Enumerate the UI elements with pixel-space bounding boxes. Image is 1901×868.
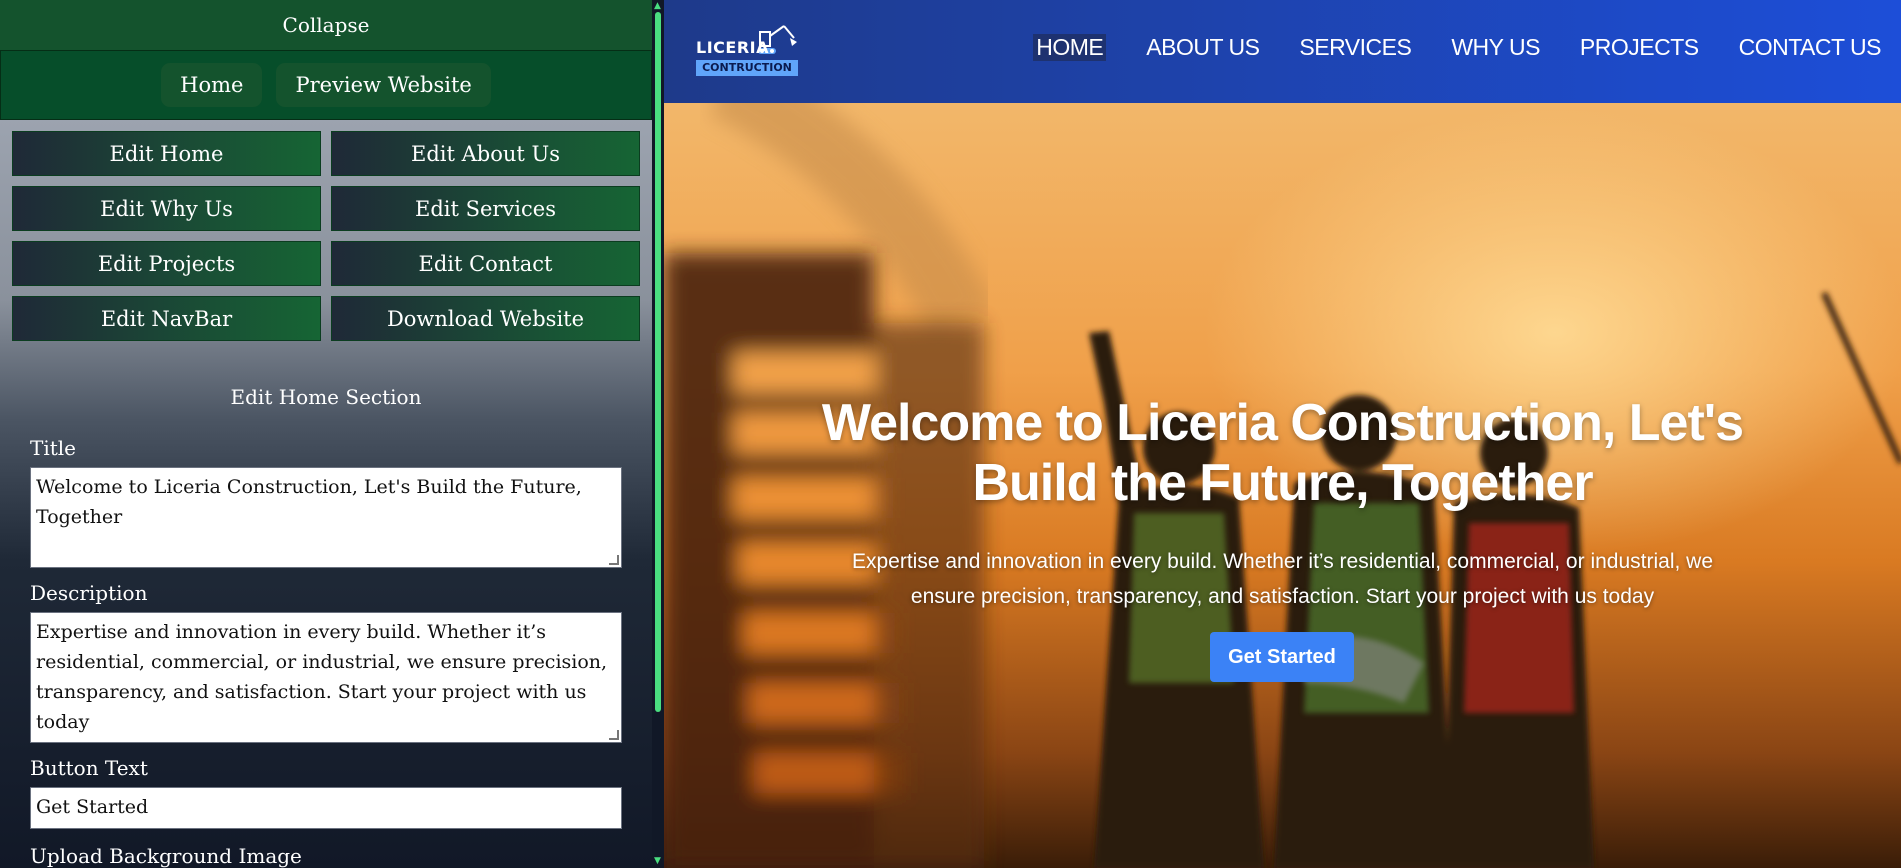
logo-subtitle: CONTRUCTION <box>696 60 798 76</box>
edit-home-button[interactable]: Edit Home <box>12 131 321 176</box>
title-label: Title <box>30 436 77 460</box>
resize-grip-icon[interactable] <box>609 555 619 565</box>
scroll-thumb[interactable] <box>655 12 661 712</box>
edit-services-button[interactable]: Edit Services <box>331 186 640 231</box>
nav-projects[interactable]: PROJECTS <box>1580 34 1699 61</box>
title-textarea-value: Welcome to Liceria Construction, Let's B… <box>36 476 582 528</box>
preview-website-button[interactable]: Preview Website <box>276 63 491 107</box>
home-button[interactable]: Home <box>161 63 263 107</box>
site-navbar: LICERIA CONTRUCTION HOME ABOUT US SERVIC… <box>664 0 1901 103</box>
get-started-button[interactable]: Get Started <box>1210 632 1354 682</box>
button-text-input-value: Get Started <box>36 796 149 818</box>
edit-buttons-grid: Edit Home Edit About Us Edit Why Us Edit… <box>12 131 642 341</box>
hero-title: Welcome to Liceria Construction, Let's B… <box>821 394 1744 512</box>
site-logo[interactable]: LICERIA CONTRUCTION <box>696 24 798 78</box>
button-text-label: Button Text <box>30 756 148 780</box>
logo-word: LICERIA <box>696 38 769 57</box>
nav-services[interactable]: SERVICES <box>1299 34 1411 61</box>
editor-scrollbar[interactable]: ▲ ▼ <box>652 0 664 868</box>
edit-projects-button[interactable]: Edit Projects <box>12 241 321 286</box>
website-preview: LICERIA CONTRUCTION HOME ABOUT US SERVIC… <box>664 0 1901 868</box>
nav-contact-us[interactable]: CONTACT US <box>1739 34 1882 61</box>
scroll-down-icon[interactable]: ▼ <box>654 856 661 866</box>
collapse-label: Collapse <box>282 13 370 37</box>
description-textarea-value: Expertise and innovation in every build.… <box>36 621 608 733</box>
site-nav-links: HOME ABOUT US SERVICES WHY US PROJECTS C… <box>1033 34 1882 61</box>
hero-description: Expertise and innovation in every build.… <box>851 550 1713 608</box>
button-text-input[interactable]: Get Started <box>30 787 622 829</box>
edit-navbar-button[interactable]: Edit NavBar <box>12 296 321 341</box>
hero-section: Welcome to Liceria Construction, Let's B… <box>664 103 1901 868</box>
edit-why-us-button[interactable]: Edit Why Us <box>12 186 321 231</box>
nav-why-us[interactable]: WHY US <box>1451 34 1540 61</box>
collapse-button[interactable]: Collapse <box>0 0 652 50</box>
description-textarea[interactable]: Expertise and innovation in every build.… <box>30 612 622 743</box>
title-textarea[interactable]: Welcome to Liceria Construction, Let's B… <box>30 467 622 568</box>
upload-background-label: Upload Background Image <box>30 844 302 868</box>
editor-panel: Collapse Home Preview Website Edit Home … <box>0 0 652 868</box>
edit-about-us-button[interactable]: Edit About Us <box>331 131 640 176</box>
download-website-button[interactable]: Download Website <box>331 296 640 341</box>
nav-about-us[interactable]: ABOUT US <box>1146 34 1260 61</box>
section-heading: Edit Home Section <box>230 385 422 409</box>
edit-contact-button[interactable]: Edit Contact <box>331 241 640 286</box>
editor-top-nav: Home Preview Website <box>0 50 652 120</box>
scroll-up-icon[interactable]: ▲ <box>654 1 661 11</box>
nav-home[interactable]: HOME <box>1033 34 1107 61</box>
resize-grip-icon[interactable] <box>609 730 619 740</box>
description-label: Description <box>30 581 148 605</box>
